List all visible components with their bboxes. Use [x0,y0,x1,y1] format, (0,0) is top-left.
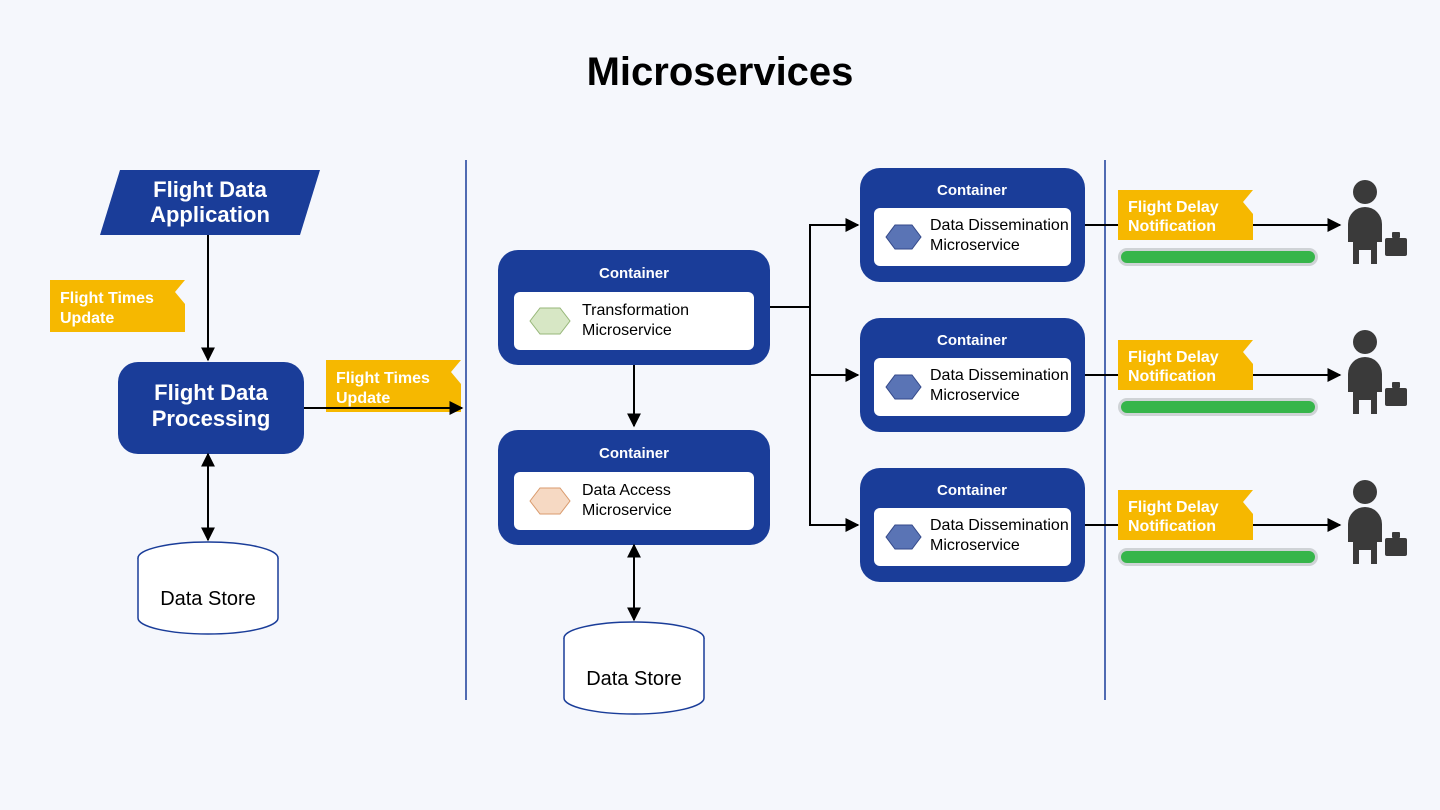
container-label-1: Container [599,265,669,282]
dissem-3-line1: Data Dissemination [930,517,1069,534]
notif-1-line2: Notification [1128,218,1216,235]
notif-2-line1: Flight Delay [1128,349,1219,366]
app-label-line1: Flight Data [153,177,267,202]
arrow-branch-3 [770,307,858,525]
page-title: Microservices [587,50,854,94]
notification-3: Flight Delay Notification [1118,480,1407,566]
notif-1-line1: Flight Delay [1128,199,1219,216]
container-label-2: Container [599,445,669,462]
flight-data-processing: Flight Data Processing [118,362,304,454]
container-dissemination-3: Container Data Dissemination Microservic… [860,468,1085,582]
notif-2-line2: Notification [1128,368,1216,385]
ftu-left-line1: Flight Times [60,290,154,307]
container-dissemination-2: Container Data Dissemination Microservic… [860,318,1085,432]
dissem-3-line2: Microservice [930,537,1020,554]
fdp-line2: Processing [152,406,271,431]
transformation-line2: Microservice [582,322,672,339]
container-label-d1: Container [937,182,1007,199]
dissem-2-line1: Data Dissemination [930,367,1069,384]
dataaccess-line1: Data Access [582,482,671,499]
fdp-line1: Flight Data [154,380,268,405]
person-icon-1 [1348,180,1407,264]
dissem-1-line1: Data Dissemination [930,217,1069,234]
notif-3-line1: Flight Delay [1128,499,1219,516]
data-store-left: Data Store [138,542,278,634]
dataaccess-line2: Microservice [582,502,672,519]
notification-1: Flight Delay Notification [1118,180,1407,266]
person-icon-2 [1348,330,1407,414]
arrow-branch-2 [770,307,858,375]
app-label-line2: Application [150,202,270,227]
container-label-d3: Container [937,482,1007,499]
datastore-left-label: Data Store [160,588,256,610]
notification-2: Flight Delay Notification [1118,330,1407,416]
container-data-access: Container Data Access Microservice [498,430,770,545]
notif-3-line2: Notification [1128,518,1216,535]
datastore-mid-label: Data Store [586,668,682,690]
ftu-mid-line1: Flight Times [336,370,430,387]
data-store-middle: Data Store [564,622,704,714]
dissem-1-line2: Microservice [930,237,1020,254]
container-dissemination-1: Container Data Dissemination Microservic… [860,168,1085,282]
container-label-d2: Container [937,332,1007,349]
flight-times-update-left: Flight Times Update [50,280,185,332]
flight-times-update-middle: Flight Times Update [326,360,461,412]
flight-data-application: Flight Data Application [100,170,320,235]
ftu-mid-line2: Update [336,390,390,407]
transformation-line1: Transformation [582,302,689,319]
container-transformation: Container Transformation Microservice [498,250,770,365]
person-icon-3 [1348,480,1407,564]
arrow-branch-1 [770,225,858,307]
dissem-2-line2: Microservice [930,387,1020,404]
ftu-left-line2: Update [60,310,114,327]
